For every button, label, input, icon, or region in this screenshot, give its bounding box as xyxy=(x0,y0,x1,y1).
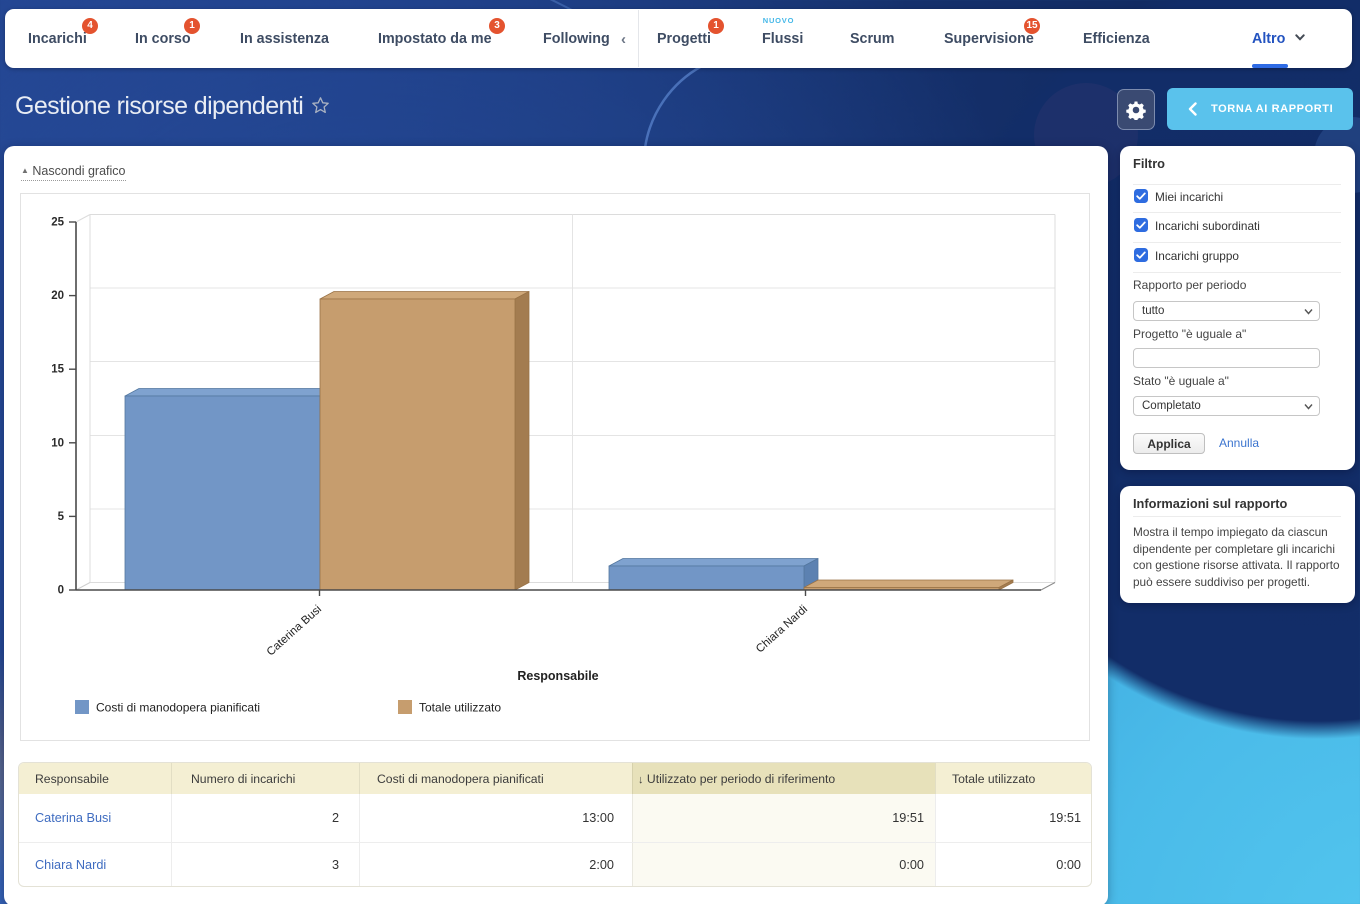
svg-text:Costi di manodopera pianificat: Costi di manodopera pianificati xyxy=(96,701,260,715)
svg-text:15: 15 xyxy=(51,364,64,376)
svg-text:0: 0 xyxy=(58,585,64,597)
svg-text:Responsabile: Responsabile xyxy=(517,669,598,683)
svg-text:5: 5 xyxy=(58,511,65,523)
svg-text:25: 25 xyxy=(51,217,64,229)
svg-text:10: 10 xyxy=(51,438,64,450)
svg-text:20: 20 xyxy=(51,290,64,302)
svg-text:Totale utilizzato: Totale utilizzato xyxy=(419,701,501,715)
